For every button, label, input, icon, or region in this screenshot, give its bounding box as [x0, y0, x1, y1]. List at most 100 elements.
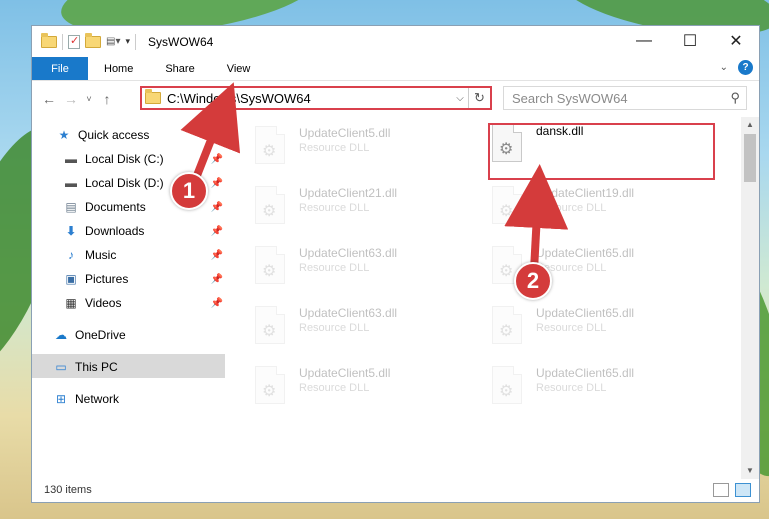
status-bar: 130 items	[32, 478, 759, 502]
sidebar-item-network[interactable]: ⊞ Network	[53, 388, 223, 410]
file-name: UpdateClient65.dll	[536, 366, 635, 380]
drive-icon: ▬	[65, 152, 77, 166]
tab-share[interactable]: Share	[149, 57, 210, 80]
step-1-badge: 1	[170, 172, 208, 210]
tab-file[interactable]: File	[32, 57, 88, 80]
scroll-up-icon[interactable]: ▲	[741, 120, 759, 129]
sidebar-item-label: Videos	[85, 296, 122, 310]
dll-file-icon: ⚙	[255, 246, 285, 284]
pin-icon[interactable]: 📌	[211, 154, 223, 165]
details-view-icon[interactable]	[713, 483, 729, 497]
dll-file-icon: ⚙	[255, 366, 285, 404]
sidebar-item-label: Network	[75, 392, 120, 406]
recent-locations-chevron-icon[interactable]: ˅	[82, 94, 96, 104]
new-folder-icon[interactable]	[85, 32, 101, 48]
help-icon[interactable]: ?	[738, 60, 753, 75]
file-name: UpdateClient63.dll	[299, 246, 398, 260]
file-item[interactable]: ⚙ UpdateClient5.dll Resource DLL	[255, 122, 465, 172]
sidebar-item-videos[interactable]: ▦ Videos 📌	[63, 292, 223, 314]
file-item[interactable]: ⚙ UpdateClient63.dll Resource DLL	[255, 302, 465, 352]
file-item[interactable]: ⚙ UpdateClient5.dll Resource DLL	[255, 362, 465, 412]
file-type: Resource DLL	[299, 142, 370, 154]
close-button[interactable]: ✕	[713, 26, 759, 56]
file-type: Resource DLL	[299, 262, 370, 274]
dll-file-icon: ⚙	[255, 126, 285, 164]
navigation-bar: ← → ˅ ↑ C:\Windows\SysWOW64 ⌵ ↻ Search S…	[32, 81, 759, 116]
documents-icon: ▤	[65, 200, 77, 214]
highlight-box-dansk-dll	[488, 123, 715, 180]
sidebar-item-local-disk-c[interactable]: ▬ Local Disk (C:) 📌	[63, 148, 223, 170]
up-arrow-icon[interactable]: ↑	[96, 91, 118, 107]
file-item[interactable]: ⚙ UpdateClient19.dll Resource DLL	[492, 182, 702, 232]
sidebar-item-label: Downloads	[85, 224, 145, 238]
file-name: UpdateClient19.dll	[536, 186, 635, 200]
file-item[interactable]: ⚙ UpdateClient65.dll Resource DLL	[492, 362, 702, 412]
sidebar-item-pictures[interactable]: ▣ Pictures 📌	[63, 268, 223, 290]
address-path[interactable]: C:\Windows\SysWOW64	[167, 91, 452, 106]
chevron-down-icon[interactable]: ▾	[125, 36, 130, 47]
tiles-view-icon[interactable]	[735, 483, 751, 497]
scroll-down-icon[interactable]: ▼	[741, 466, 759, 475]
file-type: Resource DLL	[299, 202, 370, 214]
pin-icon[interactable]: 📌	[211, 274, 223, 285]
file-type: Resource DLL	[536, 202, 607, 214]
pin-icon[interactable]: 📌	[211, 202, 223, 213]
file-type: Resource DLL	[536, 262, 607, 274]
folder-icon	[41, 32, 57, 48]
minimize-button[interactable]: —	[621, 26, 667, 56]
sidebar-item-quick-access[interactable]: ★ Quick access	[56, 124, 226, 146]
navigation-pane: ★ Quick access ▬ Local Disk (C:) 📌 ▬ Loc…	[32, 117, 227, 479]
search-input[interactable]: Search SysWOW64 ⚲	[503, 86, 747, 110]
explorer-window: ▤▾ ▾ SysWOW64 — ☐ ✕ File Home Share View…	[31, 25, 760, 503]
properties-icon[interactable]	[68, 34, 80, 49]
search-icon[interactable]: ⚲	[730, 90, 740, 106]
forward-arrow-icon[interactable]: →	[60, 91, 82, 107]
sidebar-item-label: Local Disk (D:)	[85, 176, 164, 190]
dll-file-icon: ⚙	[255, 186, 285, 224]
pin-icon[interactable]: 📌	[211, 226, 223, 237]
file-name: UpdateClient5.dll	[299, 366, 391, 380]
sidebar-item-label: Documents	[85, 200, 146, 214]
file-item[interactable]: ⚙ UpdateClient65.dll Resource DLL	[492, 302, 702, 352]
file-name: UpdateClient65.dll	[536, 306, 635, 320]
sidebar-item-label: This PC	[75, 360, 118, 374]
chevron-down-icon[interactable]: ⌵	[452, 93, 468, 104]
vertical-scrollbar[interactable]: ▲ ▼	[741, 117, 759, 479]
sidebar-item-label: Quick access	[78, 128, 150, 142]
dll-file-icon: ⚙	[492, 186, 522, 224]
scroll-thumb[interactable]	[744, 134, 756, 182]
window-title: SysWOW64	[148, 34, 214, 49]
file-type: Resource DLL	[536, 382, 607, 394]
dll-file-icon: ⚙	[255, 306, 285, 344]
pin-icon[interactable]: 📌	[211, 250, 223, 261]
title-bar: ▤▾ ▾ SysWOW64 — ☐ ✕	[32, 26, 759, 57]
pin-icon[interactable]: 📌	[211, 298, 223, 309]
sidebar-item-label: Music	[85, 248, 117, 262]
file-item[interactable]: ⚙ UpdateClient21.dll Resource DLL	[255, 182, 465, 232]
address-bar[interactable]: C:\Windows\SysWOW64 ⌵ ↻	[140, 86, 492, 110]
file-type: Resource DLL	[299, 382, 370, 394]
pictures-icon: ▣	[65, 272, 77, 286]
maximize-button[interactable]: ☐	[667, 26, 713, 56]
tab-view[interactable]: View	[211, 57, 267, 80]
file-item[interactable]: ⚙ UpdateClient63.dll Resource DLL	[255, 242, 465, 292]
customize-toolbar-icon[interactable]: ▤▾	[106, 36, 120, 47]
folder-icon	[145, 89, 161, 104]
sidebar-item-onedrive[interactable]: ☁ OneDrive	[53, 324, 223, 346]
sidebar-item-label: Local Disk (C:)	[85, 152, 164, 166]
refresh-icon[interactable]: ↻	[468, 88, 490, 108]
file-name: UpdateClient65.dll	[536, 246, 635, 260]
tab-home[interactable]: Home	[88, 57, 149, 80]
dll-file-icon: ⚙	[492, 366, 522, 404]
expand-ribbon-icon[interactable]: ⌄	[720, 62, 728, 73]
sidebar-item-label: Pictures	[85, 272, 129, 286]
file-name: UpdateClient21.dll	[299, 186, 398, 200]
back-arrow-icon[interactable]: ←	[38, 91, 60, 107]
window-controls: — ☐ ✕	[621, 26, 759, 56]
sidebar-item-label: OneDrive	[75, 328, 126, 342]
cloud-icon: ☁	[55, 328, 67, 342]
sidebar-item-music[interactable]: ♪ Music 📌	[63, 244, 223, 266]
sidebar-item-this-pc[interactable]: ▭ This PC	[53, 356, 223, 378]
sidebar-item-downloads[interactable]: ⬇ Downloads 📌	[63, 220, 223, 242]
pin-icon[interactable]: 📌	[211, 178, 223, 189]
